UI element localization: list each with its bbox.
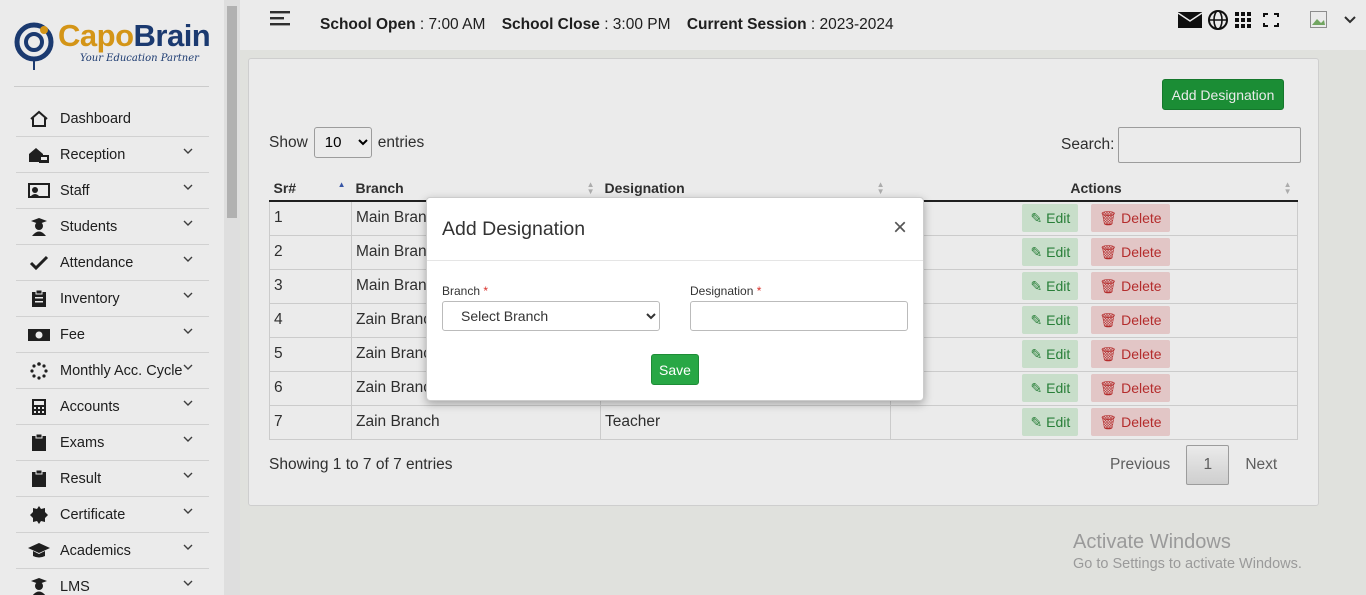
designation-input[interactable] [690,301,908,331]
modal-title: Add Designation [442,218,586,240]
required-mark: * [756,284,762,298]
activate-windows-watermark: Activate Windows Go to Settings to activ… [1073,531,1302,572]
divider [427,260,923,261]
save-button[interactable]: Save [651,354,699,385]
required-mark: * [483,284,489,298]
branch-select[interactable]: Select Branch [442,301,660,331]
branch-label: Branch * [442,284,489,298]
add-designation-modal: Add Designation × Branch * Designation *… [426,197,924,401]
watermark-subtitle: Go to Settings to activate Windows. [1073,556,1302,572]
watermark-title: Activate Windows [1073,531,1231,553]
close-icon[interactable]: × [893,216,907,240]
designation-label: Designation * [690,284,762,298]
